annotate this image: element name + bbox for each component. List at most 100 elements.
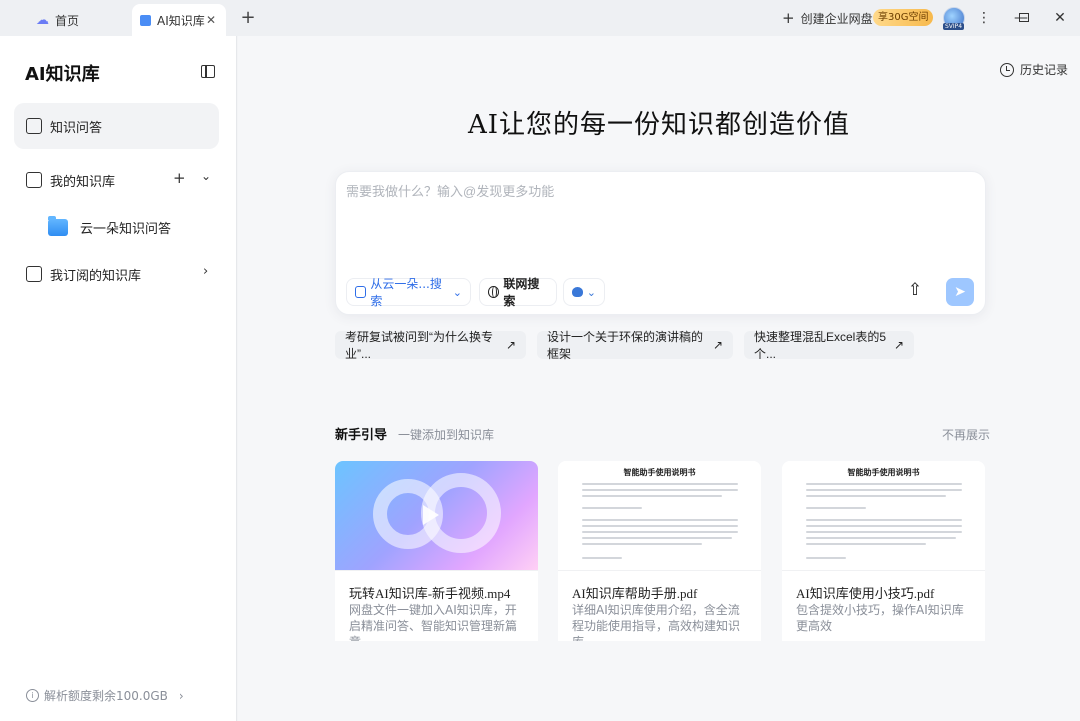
quota-label: 解析额度剩余100.0GB [44, 689, 168, 703]
doc-line [582, 489, 738, 491]
web-chip-label: 联网搜索 [503, 277, 540, 308]
tab-home-label: 首页 [55, 13, 80, 28]
title-bar: ☁ 首页 AI知识库 ✕ + + 创建企业网盘 享30G空间 SVIP4 ⋮ —… [0, 0, 1080, 36]
suggestion-label: 快速整理混乱Excel表的5个... [754, 330, 887, 361]
sidebar: AI知识库 知识问答 我的知识库 + ⌄ 云一朵知识问答 我订阅的知识库 › i… [0, 36, 237, 721]
space-badge[interactable]: 享30G空间 [873, 9, 934, 26]
doc-line [582, 537, 732, 539]
doc-line [582, 525, 738, 527]
page-title: AI让您的每一份知识都创造价值 [467, 110, 851, 140]
doc-line [582, 557, 622, 559]
doc-line [806, 557, 846, 559]
add-kb-icon[interactable]: + [173, 169, 186, 187]
guide-subtitle: 一键添加到知识库 [398, 428, 495, 442]
sidebar-item-qa[interactable]: 知识问答 [14, 103, 219, 149]
chevron-down-icon: ⌄ [452, 285, 462, 299]
tab-ai-knowledge-label: AI知识库 [157, 13, 205, 28]
arrow-up-right-icon: ↗ [893, 338, 904, 352]
doc-line [806, 507, 866, 509]
doc-line [806, 489, 962, 491]
tab-ai-knowledge[interactable]: AI知识库 ✕ [132, 4, 226, 36]
guide-card[interactable]: 智能助手使用说明书 AI知识库帮助手册.pdf 详细AI知识库使用介绍，含全流程… [558, 461, 761, 641]
sidebar-item-yunyiduo[interactable]: 云一朵知识问答 [48, 214, 171, 240]
doc-line [582, 531, 738, 533]
card-description: 详细AI知识库使用介绍，含全流程功能使用指导，高效构建知识库 [572, 603, 741, 641]
suggestion-chip[interactable]: 设计一个关于环保的演讲稿的框架 ↗ [537, 330, 733, 361]
arrow-up-right-icon: ↗ [712, 338, 723, 352]
sidebar-item-label: 我的知识库 [50, 174, 116, 190]
guide-card[interactable]: 智能助手使用说明书 AI知识库使用小技巧.pdf 包含提效小技巧，操作AI知识库… [782, 461, 985, 641]
card-description: 包含提效小技巧，操作AI知识库更高效 [796, 603, 964, 633]
sidebar-item-label: 知识问答 [50, 120, 103, 136]
chevron-right-icon: › [178, 688, 184, 703]
sidebar-item-my-kb[interactable]: 我的知识库 [14, 157, 219, 203]
search-icon [355, 286, 367, 298]
doc-line [582, 519, 738, 521]
upload-icon[interactable]: ⇧ [904, 280, 926, 302]
suggestion-chip[interactable]: 考研复试被问到“为什么换专业”... ↗ [335, 330, 526, 361]
send-button[interactable]: ➤ [946, 278, 974, 306]
chevron-down-icon: ⌄ [586, 285, 596, 299]
globe-icon [488, 286, 500, 298]
doc-line [806, 537, 956, 539]
suggestion-label: 设计一个关于环保的演讲稿的框架 [547, 330, 704, 361]
arrow-up-right-icon: ↗ [505, 338, 516, 352]
subscribe-icon [26, 266, 42, 282]
close-icon[interactable]: ✕ [206, 13, 216, 27]
window-close-icon[interactable]: ✕ [1050, 8, 1070, 28]
video-thumbnail [335, 461, 538, 571]
new-tab-button[interactable]: + [238, 7, 258, 28]
guide-title: 新手引导 [335, 428, 388, 443]
web-search-chip[interactable]: 联网搜索 [479, 277, 557, 308]
doc-heading: 智能助手使用说明书 [847, 468, 920, 477]
create-enterprise-label: 创建企业网盘 [800, 11, 873, 26]
info-icon: i [26, 689, 39, 702]
doc-line [806, 519, 962, 521]
guide-card[interactable]: 玩转AI知识库-新手视频.mp4 网盘文件一键加入AI知识库，开启精准问答、智能… [335, 461, 538, 641]
main-panel: 历史记录 AI让您的每一份知识都创造价值 从云一朵...搜索 ⌄ 联网搜索 ⌄ … [238, 36, 1080, 721]
knowledge-tab-icon [140, 14, 151, 26]
card-title: AI知识库帮助手册.pdf [572, 586, 698, 601]
tab-home[interactable]: ☁ 首页 [36, 4, 79, 36]
suggestion-label: 考研复试被问到“为什么换专业”... [345, 330, 493, 361]
folder-icon [48, 215, 68, 236]
doc-line [806, 543, 926, 545]
quota-link[interactable]: i 解析额度剩余100.0GB › [26, 687, 184, 704]
book-icon [26, 172, 42, 188]
doc-line [806, 483, 962, 485]
app-title: AI知识库 [25, 64, 100, 85]
doc-line [806, 525, 962, 527]
sidebar-toggle-icon[interactable] [201, 65, 215, 78]
cloud-logo-icon: ☁ [36, 12, 49, 28]
create-enterprise-button[interactable]: + 创建企业网盘 [782, 8, 873, 28]
more-icon[interactable]: ⋮ [974, 8, 994, 28]
plus-icon: + [782, 9, 795, 27]
play-icon [423, 505, 439, 525]
doc-line [582, 483, 738, 485]
card-title: 玩转AI知识库-新手视频.mp4 [349, 586, 511, 601]
model-icon [572, 287, 583, 297]
card-description: 网盘文件一键加入AI知识库，开启精准问答、智能知识管理新篇章 [349, 603, 518, 641]
doc-line [806, 495, 946, 497]
sidebar-item-label: 我订阅的知识库 [50, 268, 142, 284]
doc-line [582, 543, 702, 545]
model-selector[interactable]: ⌄ [563, 278, 605, 306]
prompt-input[interactable] [346, 184, 946, 199]
composer: 从云一朵...搜索 ⌄ 联网搜索 ⌄ ⇧ ➤ [335, 171, 986, 315]
doc-line [806, 531, 962, 533]
source-chip-label: 从云一朵...搜索 [370, 277, 442, 308]
source-search-chip[interactable]: 从云一朵...搜索 ⌄ [346, 277, 471, 308]
chevron-right-icon[interactable]: › [203, 264, 208, 279]
clock-icon [1000, 62, 1014, 77]
qa-icon [26, 118, 42, 134]
sidebar-item-subscribed[interactable]: 我订阅的知识库 [14, 251, 219, 297]
document-thumbnail: 智能助手使用说明书 [782, 461, 985, 571]
hide-guide-button[interactable]: 不再展示 [942, 426, 990, 443]
document-thumbnail: 智能助手使用说明书 [558, 461, 761, 571]
history-label: 历史记录 [1020, 63, 1069, 77]
history-button[interactable]: 历史记录 [1000, 61, 1068, 78]
suggestion-chip[interactable]: 快速整理混乱Excel表的5个... ↗ [744, 330, 914, 361]
card-title: AI知识库使用小技巧.pdf [796, 586, 935, 601]
chevron-down-icon[interactable]: ⌄ [201, 169, 211, 183]
maximize-box [1019, 13, 1029, 22]
